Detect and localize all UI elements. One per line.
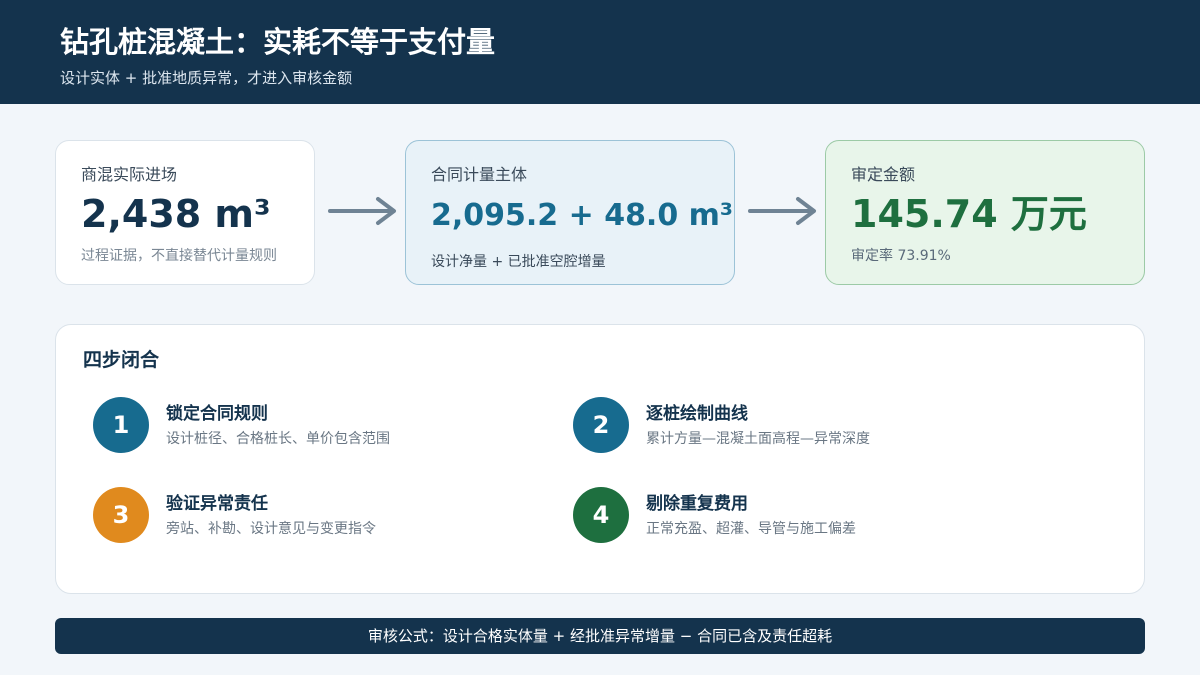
step-title: 验证异常责任 bbox=[166, 494, 268, 514]
step-item: 4 剔除重复费用 正常充盈、超灌、导管与施工偏差 bbox=[573, 485, 1053, 545]
contract-measure-card: 合同计量主体 2,095.2 + 48.0 m³ 设计净量 + 已批准空腔增量 bbox=[405, 140, 735, 285]
step-desc: 设计桩径、合格桩长、单价包含范围 bbox=[166, 431, 390, 447]
panel-title: 四步闭合 bbox=[83, 349, 160, 371]
page-subtitle: 设计实体 + 批准地质异常，才进入审核金额 bbox=[60, 69, 353, 87]
step-item: 2 逐桩绘制曲线 累计方量—混凝土面高程—异常深度 bbox=[573, 395, 1053, 455]
card-value: 145.74 万元 bbox=[851, 192, 1087, 236]
step-desc: 正常充盈、超灌、导管与施工偏差 bbox=[646, 521, 856, 537]
step-item: 1 锁定合同规则 设计桩径、合格桩长、单价包含范围 bbox=[93, 395, 573, 455]
step-number-badge: 3 bbox=[93, 487, 149, 543]
step-number-badge: 4 bbox=[573, 487, 629, 543]
card-note: 设计净量 + 已批准空腔增量 bbox=[431, 254, 606, 270]
actual-delivery-card: 商混实际进场 2,438 m³ 过程证据，不直接替代计量规则 bbox=[55, 140, 315, 285]
arrow-right-icon bbox=[748, 197, 816, 225]
step-title: 逐桩绘制曲线 bbox=[646, 404, 748, 424]
page-title: 钻孔桩混凝土：实耗不等于支付量 bbox=[60, 25, 496, 59]
step-title: 剔除重复费用 bbox=[646, 494, 748, 514]
card-label: 审定金额 bbox=[851, 165, 916, 184]
step-title: 锁定合同规则 bbox=[166, 404, 268, 424]
card-note: 过程证据，不直接替代计量规则 bbox=[81, 248, 277, 264]
step-desc: 累计方量—混凝土面高程—异常深度 bbox=[646, 431, 870, 447]
step-number-badge: 1 bbox=[93, 397, 149, 453]
card-value: 2,095.2 + 48.0 m³ bbox=[431, 198, 734, 233]
card-label: 商混实际进场 bbox=[81, 165, 178, 184]
header-banner: 钻孔桩混凝土：实耗不等于支付量 设计实体 + 批准地质异常，才进入审核金额 bbox=[0, 0, 1200, 104]
card-label: 合同计量主体 bbox=[431, 165, 528, 184]
card-value: 2,438 m³ bbox=[81, 192, 271, 236]
step-number-badge: 2 bbox=[573, 397, 629, 453]
step-item: 3 验证异常责任 旁站、补勘、设计意见与变更指令 bbox=[93, 485, 573, 545]
audit-formula-bar: 审核公式：设计合格实体量 + 经批准异常增量 − 合同已含及责任超耗 bbox=[55, 618, 1145, 654]
approved-amount-card: 审定金额 145.74 万元 审定率 73.91% bbox=[825, 140, 1145, 285]
card-note: 审定率 73.91% bbox=[851, 248, 951, 264]
arrow-right-icon bbox=[328, 197, 396, 225]
four-steps-panel: 四步闭合 1 锁定合同规则 设计桩径、合格桩长、单价包含范围 2 逐桩绘制曲线 … bbox=[55, 324, 1145, 594]
step-desc: 旁站、补勘、设计意见与变更指令 bbox=[166, 521, 376, 537]
